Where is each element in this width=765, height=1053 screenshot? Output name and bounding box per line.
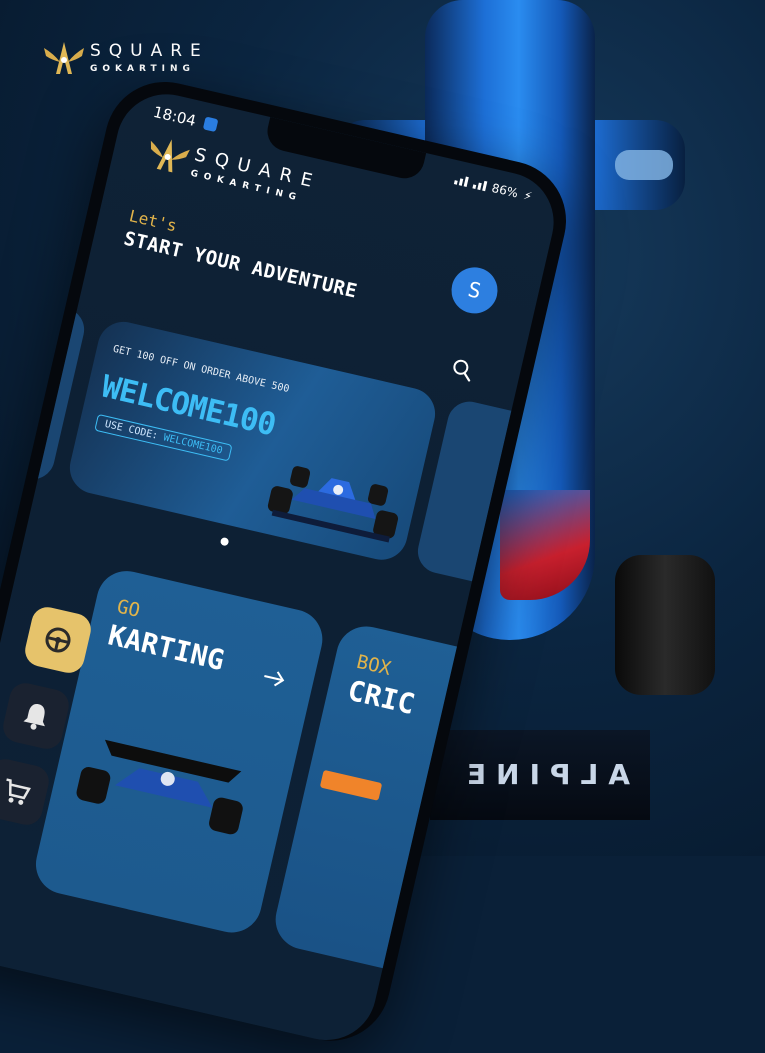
greeting-headline: START YOUR ADVENTURE — [121, 227, 360, 303]
wing-logo-icon — [44, 42, 84, 74]
kart-image — [76, 739, 243, 835]
card-subtitle: GO — [114, 595, 143, 623]
promo-banner[interactable]: GET 100 OFF ON ORDER ABOVE 500 WELCOME10… — [64, 316, 441, 565]
sponsor-badge — [615, 150, 673, 180]
car-wheel — [615, 555, 715, 695]
cricket-bat-image — [319, 769, 383, 801]
signal-icon — [472, 179, 488, 192]
logo-text-square: SQUARE — [90, 41, 209, 61]
battery-level: 86% — [490, 180, 520, 201]
logo-text-gokarting: GOKARTING — [90, 64, 195, 74]
carousel-indicator — [219, 536, 230, 547]
bell-icon — [23, 704, 45, 730]
arrow-right-icon[interactable] — [262, 668, 287, 689]
steering-wheel-icon — [45, 627, 71, 653]
use-code-value: WELCOME100 — [162, 432, 224, 457]
signal-icon — [453, 174, 469, 187]
status-time: 18:04 — [151, 102, 198, 131]
card-title: KARTING — [105, 618, 228, 678]
f1-car-image — [267, 466, 399, 543]
wing-logo-icon — [150, 139, 190, 173]
user-avatar[interactable]: S — [446, 262, 503, 318]
search-icon[interactable] — [449, 357, 475, 383]
use-code-label: USE CODE: — [103, 418, 159, 442]
status-indicators: 86% ⚡ — [453, 172, 534, 204]
charging-icon: ⚡ — [522, 188, 534, 204]
card-title: CRIC — [344, 673, 418, 722]
cart-icon — [6, 778, 31, 805]
notification-icon — [202, 116, 219, 133]
